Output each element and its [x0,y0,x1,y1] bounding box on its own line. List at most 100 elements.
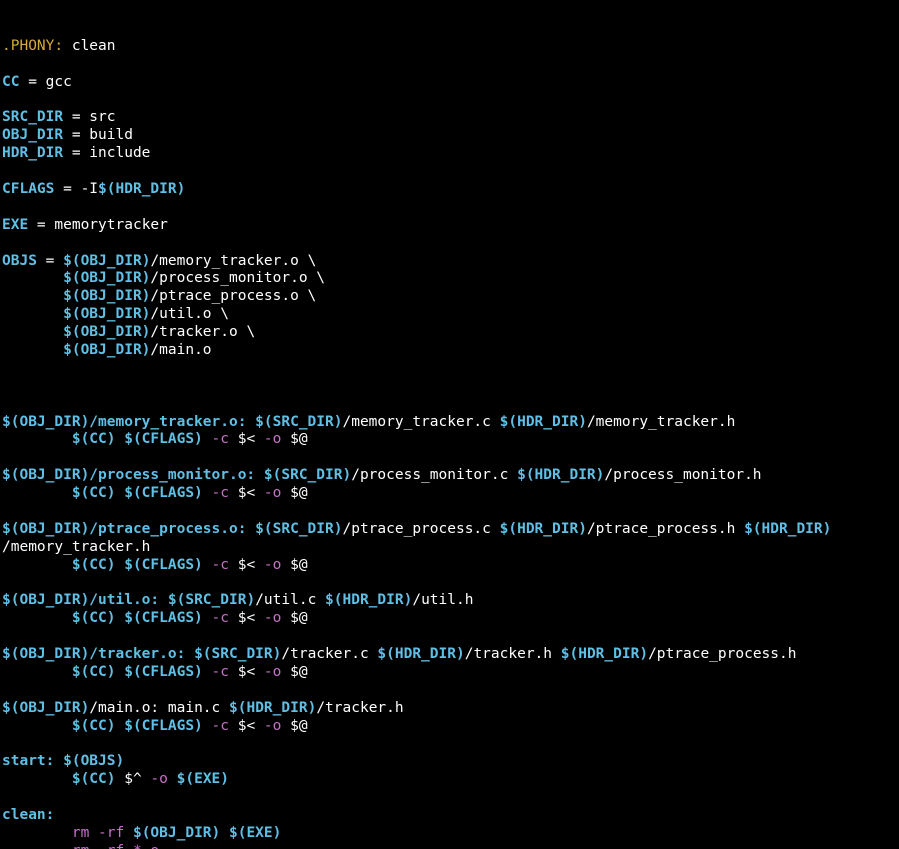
code-line[interactable] [2,378,899,396]
variable-token: $(CC) $(CFLAGS) [71,485,203,502]
variable-token: $(HDR_DIR) [325,592,413,609]
flag-token: -o [263,717,282,734]
code-line[interactable]: SRC_DIR = src [2,109,899,127]
code-line[interactable]: OBJS = $(OBJ_DIR)/memory_tracker.o \ [2,253,899,271]
code-line[interactable]: CFLAGS = -I$(HDR_DIR) [2,181,899,199]
variable-token: $(CC) $(CFLAGS) [71,610,203,627]
code-line[interactable] [2,682,899,700]
code-line[interactable]: OBJ_DIR = build [2,127,899,145]
code-line[interactable]: $(OBJ_DIR)/tracker.o \ [2,324,899,342]
variable-token: $(CC) [71,771,116,788]
code-line[interactable]: rm -rf $(OBJ_DIR) $(EXE) [2,825,899,843]
code-line[interactable]: $(OBJ_DIR)/memory_tracker.o: $(SRC_DIR)/… [2,414,899,432]
code-line[interactable]: $(OBJ_DIR)/ptrace_process.o \ [2,288,899,306]
variable-token: $(HDR_DIR) [560,646,649,663]
text-token: /ptrace_process.h [586,520,745,537]
code-line[interactable]: $(CC) $(CFLAGS) -c $< -o $@ [2,610,899,628]
variable-token: $(CC) $(CFLAGS) [71,431,203,448]
text-token: $< [229,610,264,627]
code-line[interactable]: $(OBJ_DIR)/util.o: $(SRC_DIR)/util.c $(H… [2,592,899,610]
text-token: /util.o \ [150,306,229,323]
text-token: /util.c [255,592,326,609]
makefile-editor[interactable]: .PHONY: clean CC = gcc SRC_DIR = src OBJ_DI… [2,38,899,849]
variable-token: $(HDR_DIR) [377,646,465,663]
code-line[interactable] [2,736,899,754]
code-line[interactable] [2,360,899,378]
code-line[interactable] [2,56,899,74]
flag-token: -c [211,663,229,680]
variable-token: $(CC) $(CFLAGS) [71,717,203,734]
code-line[interactable]: /memory_tracker.h [2,539,899,557]
text-token: /main.o [150,341,212,358]
code-line[interactable]: $(OBJ_DIR)/tracker.o: $(SRC_DIR)/tracker… [2,646,899,664]
flag-token: -o [263,431,282,448]
text-token: $@ [281,485,308,502]
variable-token: SRC_DIR [2,109,64,126]
code-line[interactable] [2,199,899,217]
text-token: $^ [115,771,151,788]
flag-token: rm -rf [71,825,125,841]
code-line[interactable]: $(OBJ_DIR)/main.o [2,342,899,360]
text-token: $< [229,717,264,734]
variable-token: CFLAGS [2,180,55,197]
variable-token: OBJS [2,252,37,269]
code-line[interactable] [2,503,899,521]
flag-token: -o [263,610,282,627]
code-line[interactable]: $(CC) $(CFLAGS) -c $< -o $@ [2,431,899,449]
variable-token: $(SRC_DIR) [167,592,256,609]
code-line[interactable]: $(OBJ_DIR)/util.o \ [2,306,899,324]
code-line[interactable]: $(CC) $(CFLAGS) -c $< -o $@ [2,664,899,682]
text-token: clean [63,37,116,54]
flag-token: -o [263,556,282,573]
terminal-window[interactable]: .PHONY: clean CC = gcc SRC_DIR = src OBJ_DI… [0,0,899,849]
variable-token: $(OBJ_DIR)/memory_tracker.o: [2,413,247,430]
code-line[interactable]: $(OBJ_DIR)/process_monitor.o: $(SRC_DIR)… [2,467,899,485]
code-line[interactable]: .PHONY: clean [2,38,899,56]
variable-token: $(OBJ_DIR)/ptrace_process.o: [2,520,247,537]
variable-token: clean: [2,807,55,824]
code-line[interactable]: $(OBJ_DIR)/main.o: main.c $(HDR_DIR)/tra… [2,700,899,718]
code-line[interactable] [2,235,899,253]
variable-token: HDR_DIR [2,145,64,162]
code-line[interactable]: CC = gcc [2,74,899,92]
variable-token: $(CC) $(CFLAGS) [71,556,203,573]
variable-token: OBJ_DIR [2,127,64,144]
code-line[interactable] [2,396,899,414]
code-line[interactable]: HDR_DIR = include [2,145,899,163]
code-line[interactable]: EXE = memorytracker [2,217,899,235]
code-line[interactable] [2,628,899,646]
code-line[interactable]: clean: [2,807,899,825]
flag-token: rm -rf *.o [72,843,159,849]
code-line[interactable] [2,789,899,807]
code-line[interactable]: $(OBJ_DIR)/process_monitor.o \ [2,270,899,288]
text-token: $< [229,556,264,573]
code-line[interactable]: $(CC) $^ -o $(EXE) [2,771,899,789]
code-line[interactable] [2,575,899,593]
code-line[interactable]: $(OBJ_DIR)/ptrace_process.o: $(SRC_DIR)/… [2,521,899,539]
variable-token: $(HDR_DIR) [499,413,587,430]
flag-token: -o [150,771,168,788]
text-token: $@ [281,556,308,573]
code-line[interactable]: rm -rf *.o [2,843,899,849]
variable-token: $(OBJ_DIR) [63,288,151,305]
code-line[interactable]: start: $(OBJS) [2,753,899,771]
code-line[interactable] [2,91,899,109]
code-line[interactable] [2,163,899,181]
code-line[interactable]: $(CC) $(CFLAGS) -c $< -o $@ [2,718,899,736]
code-line[interactable] [2,449,899,467]
code-line[interactable]: $(CC) $(CFLAGS) -c $< -o $@ [2,485,899,503]
text-token: /main.o: main.c [89,699,229,716]
variable-token: $(CC) $(CFLAGS) [71,663,203,680]
code-line[interactable]: $(CC) $(CFLAGS) -c $< -o $@ [2,557,899,575]
variable-token: $(EXE) [176,771,230,788]
variable-token: $(HDR_DIR) [499,520,587,537]
